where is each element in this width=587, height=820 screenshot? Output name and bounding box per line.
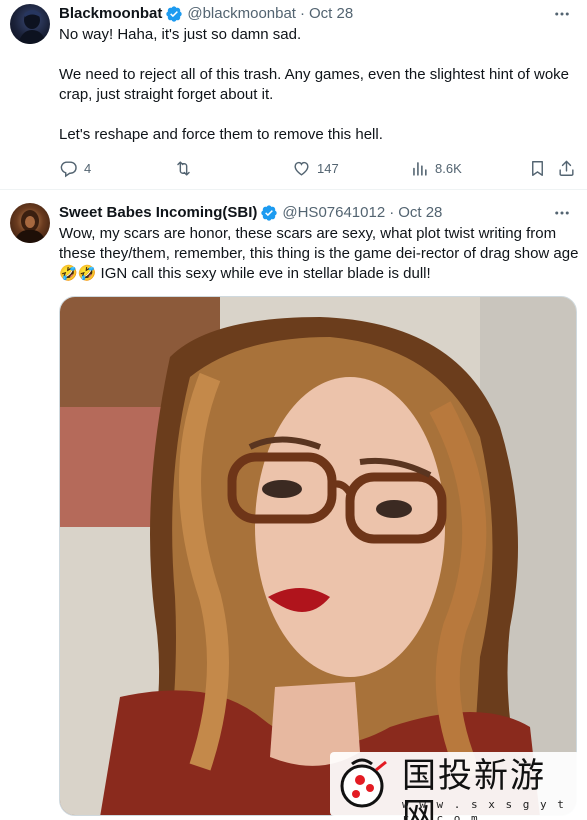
more-options-icon[interactable] bbox=[551, 5, 573, 23]
avatar[interactable] bbox=[10, 4, 50, 44]
tweet-photo[interactable] bbox=[59, 296, 577, 816]
retweet-icon bbox=[177, 160, 190, 176]
avatar-figure bbox=[14, 210, 46, 243]
watermark-logo-icon bbox=[340, 758, 387, 808]
handle[interactable]: @blackmoonbat bbox=[187, 4, 296, 24]
bookmark-button[interactable] bbox=[528, 156, 547, 180]
separator: · bbox=[389, 204, 395, 221]
avatar[interactable] bbox=[10, 203, 50, 243]
avatar-figure bbox=[18, 10, 46, 44]
views-count: 8.6K bbox=[435, 160, 462, 176]
separator: · bbox=[299, 5, 305, 22]
portrait-illustration bbox=[60, 297, 576, 815]
reply-button[interactable]: 4 bbox=[59, 156, 91, 180]
views-button[interactable]: 8.6K bbox=[410, 156, 462, 180]
reply-count: 4 bbox=[84, 160, 92, 176]
like-count: 147 bbox=[317, 160, 339, 176]
tweet-blackmoonbat[interactable]: Blackmoonbat @blackmoonbat · Oct 28 No w… bbox=[0, 0, 587, 190]
tweet-actions: 4 147 8.6K bbox=[59, 156, 579, 180]
tweet-header: Sweet Babes Incoming(SBI) @HS07641012 · … bbox=[59, 203, 442, 223]
site-watermark: 国投新游网 w w w . s x s g y t r . c o m bbox=[330, 752, 580, 820]
timestamp[interactable]: Oct 28 bbox=[398, 203, 442, 223]
tweet-header: Blackmoonbat @blackmoonbat · Oct 28 bbox=[59, 4, 353, 24]
display-name[interactable]: Sweet Babes Incoming(SBI) bbox=[59, 203, 257, 223]
watermark-url: w w w . s x s g y t r . c o m bbox=[402, 798, 566, 820]
portrait-photo bbox=[60, 297, 576, 815]
like-button[interactable]: 147 bbox=[292, 156, 339, 180]
handle[interactable]: @HS07641012 bbox=[282, 203, 385, 223]
more-options-icon[interactable] bbox=[551, 204, 573, 222]
verified-badge-icon[interactable] bbox=[165, 5, 183, 23]
tweet-text: Wow, my scars are honor, these scars are… bbox=[59, 225, 583, 282]
tweet-sweet-babes-incoming[interactable]: Sweet Babes Incoming(SBI) @HS07641012 · … bbox=[0, 190, 587, 820]
heart-icon bbox=[294, 161, 309, 176]
analytics-icon bbox=[413, 161, 427, 176]
timestamp[interactable]: Oct 28 bbox=[309, 4, 353, 24]
share-icon bbox=[559, 160, 574, 176]
tweet-text: No way! Haha, it's just so damn sad. We … bbox=[59, 26, 569, 143]
bookmark-icon bbox=[532, 160, 543, 176]
reply-icon bbox=[60, 160, 77, 177]
share-button[interactable] bbox=[557, 156, 576, 180]
display-name[interactable]: Blackmoonbat bbox=[59, 4, 162, 24]
retweet-button[interactable] bbox=[174, 156, 199, 180]
verified-badge-icon[interactable] bbox=[260, 204, 278, 222]
